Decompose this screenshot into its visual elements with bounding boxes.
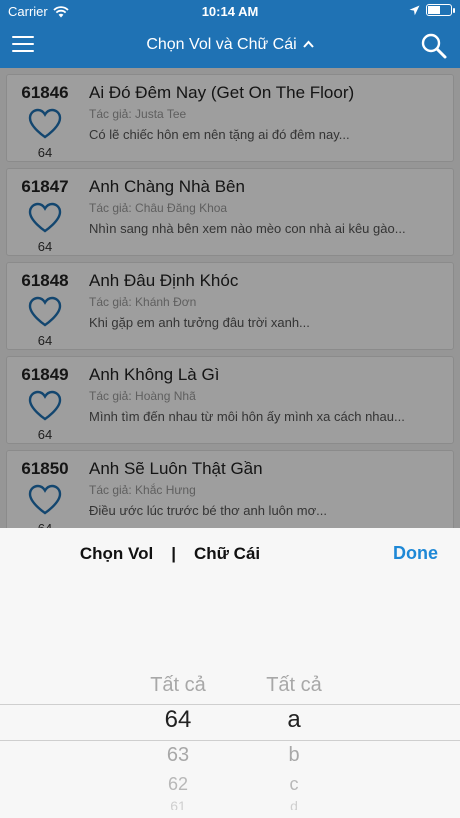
song-number: 61847	[21, 177, 69, 196]
picker-title: Chọn Vol | Chữ Cái	[0, 544, 340, 564]
author-name: Khắc Hưng	[135, 483, 196, 497]
song-lyric-preview: Nhìn sang nhà bên xem nào mèo con nhà ai…	[89, 221, 406, 236]
search-button[interactable]	[420, 32, 448, 60]
song-row[interactable]: 61850 64 Anh Sẽ Luôn Thật Gần Tác giả: Khắc…	[6, 450, 454, 528]
vol-option: 62	[167, 774, 189, 794]
favorite-heart-icon[interactable]	[27, 201, 63, 233]
song-number: 61848	[21, 271, 69, 290]
song-author: Tác giả: Khắc Hưng	[89, 483, 441, 497]
char-picker-column[interactable]: Tất cả a b c d	[234, 580, 354, 818]
author-name: Justa Tee	[135, 107, 187, 121]
author-label: Tác giả:	[89, 389, 132, 403]
done-button[interactable]: Done	[393, 543, 438, 564]
vol-option: 61	[170, 798, 186, 810]
status-time: 10:14 AM	[201, 4, 259, 19]
favorite-heart-icon[interactable]	[27, 389, 63, 421]
author-label: Tác giả:	[89, 483, 132, 497]
char-option: b	[288, 744, 300, 766]
vol-option: 63	[166, 744, 190, 766]
author-name: Châu Đăng Khoa	[135, 201, 228, 215]
song-title: Anh Chàng Nhà Bên	[89, 177, 245, 196]
author-label: Tác giả:	[89, 295, 132, 309]
song-number: 61849	[21, 365, 69, 384]
song-author: Tác giả: Justa Tee	[89, 107, 441, 121]
favorite-heart-icon[interactable]	[27, 107, 63, 139]
song-lyric-preview: Khi gặp em anh tưởng đâu trời xanh...	[89, 315, 310, 330]
picker-sheet: Chọn Vol | Chữ Cái Done Tất cả 64 63 62 61…	[0, 528, 460, 818]
song-author: Tác giả: Châu Đăng Khoa	[89, 201, 441, 215]
song-row[interactable]: 61848 64 Anh Đâu Định Khóc Tác giả: Khánh Đ…	[6, 262, 454, 350]
status-right	[409, 4, 455, 16]
favorite-heart-icon[interactable]	[27, 483, 63, 515]
song-lyric-preview: Mình tìm đến nhau từ môi hôn ấy mình xa …	[89, 409, 405, 424]
song-vol: 64	[13, 521, 77, 528]
favorite-heart-icon[interactable]	[27, 295, 63, 327]
battery-icon	[426, 4, 455, 16]
author-label: Tác giả:	[89, 107, 132, 121]
song-title: Anh Không Là Gì	[89, 365, 220, 384]
song-author: Tác giả: Khánh Đơn	[89, 295, 441, 309]
song-vol: 64	[37, 427, 53, 442]
page-title: Chọn Vol và Chữ Cái	[146, 36, 297, 53]
song-author: Tác giả: Hoàng Nhã	[89, 389, 441, 403]
song-lyric-preview: Điều ước lúc trước bé thơ anh luôn mơ...	[89, 503, 327, 518]
picker-title-vol: Chọn Vol	[79, 544, 154, 563]
vol-picker-column[interactable]: Tất cả 64 63 62 61	[118, 580, 238, 818]
song-row[interactable]: 61849 64 Anh Không Là Gì Tác giả: Hoàng Nhã…	[6, 356, 454, 444]
song-vol: 64	[37, 145, 53, 160]
status-bar: Carrier 10:14 AM	[0, 0, 460, 24]
picker-wheel: Tất cả 64 63 62 61 Tất cả a b c d	[0, 580, 460, 818]
song-number: 61850	[21, 459, 69, 478]
author-name: Khánh Đơn	[135, 295, 197, 309]
nav-title-button[interactable]: Chọn Vol và Chữ Cái	[0, 36, 460, 54]
char-option: d	[290, 798, 298, 810]
chevron-up-icon	[302, 37, 314, 51]
song-lyric-preview: Có lẽ chiếc hôn em nên tặng ai đó đêm na…	[89, 127, 350, 142]
vol-option-selected: 64	[164, 706, 192, 733]
song-vol: 64	[37, 239, 53, 254]
song-title: Anh Sẽ Luôn Thật Gần	[89, 459, 263, 478]
author-name: Hoàng Nhã	[135, 389, 196, 403]
location-arrow-icon	[409, 5, 420, 15]
nav-bar: Chọn Vol và Chữ Cái	[0, 24, 460, 68]
picker-header: Chọn Vol | Chữ Cái Done	[0, 528, 460, 580]
char-option-all: Tất cả	[266, 674, 322, 696]
song-list[interactable]: 61846 64 Ai Đó Đêm Nay (Get On The Floor) T…	[0, 68, 460, 528]
song-number: 61846	[21, 83, 69, 102]
author-label: Tác giả:	[89, 201, 132, 215]
picker-title-separator: |	[171, 544, 176, 563]
song-row[interactable]: 61847 64 Anh Chàng Nhà Bên Tác giả: Châu Đă…	[6, 168, 454, 256]
song-vol: 64	[37, 333, 53, 348]
vol-option-all: Tất cả	[150, 674, 206, 696]
picker-title-char: Chữ Cái	[193, 544, 261, 563]
char-option: c	[289, 774, 299, 794]
search-icon	[421, 33, 447, 59]
song-row[interactable]: 61846 64 Ai Đó Đêm Nay (Get On The Floor) T…	[6, 74, 454, 162]
char-option-selected: a	[287, 706, 301, 733]
song-title: Ai Đó Đêm Nay (Get On The Floor)	[89, 83, 355, 102]
song-title: Anh Đâu Định Khóc	[89, 271, 239, 290]
battery-fill	[428, 6, 441, 14]
